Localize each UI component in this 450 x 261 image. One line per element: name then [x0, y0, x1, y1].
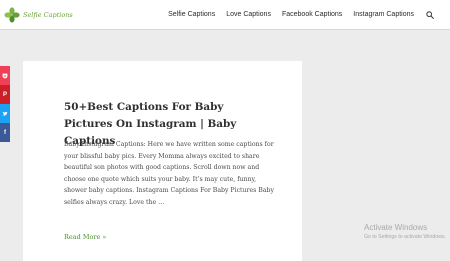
main-nav: Selfie Captions Love Captions Facebook C… — [168, 0, 434, 29]
post-card: 50+Best Captions For Baby Pictures On In… — [23, 61, 302, 261]
nav-item-love-captions[interactable]: Love Captions — [226, 11, 271, 18]
leaf-logo-icon — [4, 7, 20, 23]
site-logo[interactable]: Selfie Captions — [4, 7, 73, 23]
twitter-icon — [2, 111, 8, 116]
watermark-subtitle: Go to Settings to activate Windows. — [364, 234, 446, 240]
logo-text: Selfie Captions — [23, 11, 73, 19]
read-more-link[interactable]: Read More » — [64, 233, 106, 241]
pocket-share-button[interactable] — [0, 66, 10, 85]
nav-item-instagram-captions[interactable]: Instagram Captions — [353, 11, 414, 18]
facebook-share-button[interactable]: f — [0, 123, 10, 142]
post-excerpt: Baby Instagram Captions: Here we have wr… — [64, 141, 274, 206]
facebook-icon: f — [4, 129, 6, 136]
nav-item-facebook-captions[interactable]: Facebook Captions — [282, 11, 342, 18]
watermark-title: Activate Windows — [364, 223, 428, 232]
pinterest-icon: P — [2, 91, 7, 98]
twitter-share-button[interactable] — [0, 104, 10, 123]
activate-windows-watermark: Activate Windows Go to Settings to activ… — [364, 223, 446, 241]
pocket-icon — [2, 73, 8, 78]
pinterest-share-button[interactable]: P — [0, 85, 10, 104]
nav-item-selfie-captions[interactable]: Selfie Captions — [168, 11, 215, 18]
site-header: Selfie Captions Selfie Captions Love Cap… — [0, 0, 450, 30]
search-icon[interactable] — [426, 10, 434, 19]
social-share-bar: P f — [0, 66, 10, 142]
